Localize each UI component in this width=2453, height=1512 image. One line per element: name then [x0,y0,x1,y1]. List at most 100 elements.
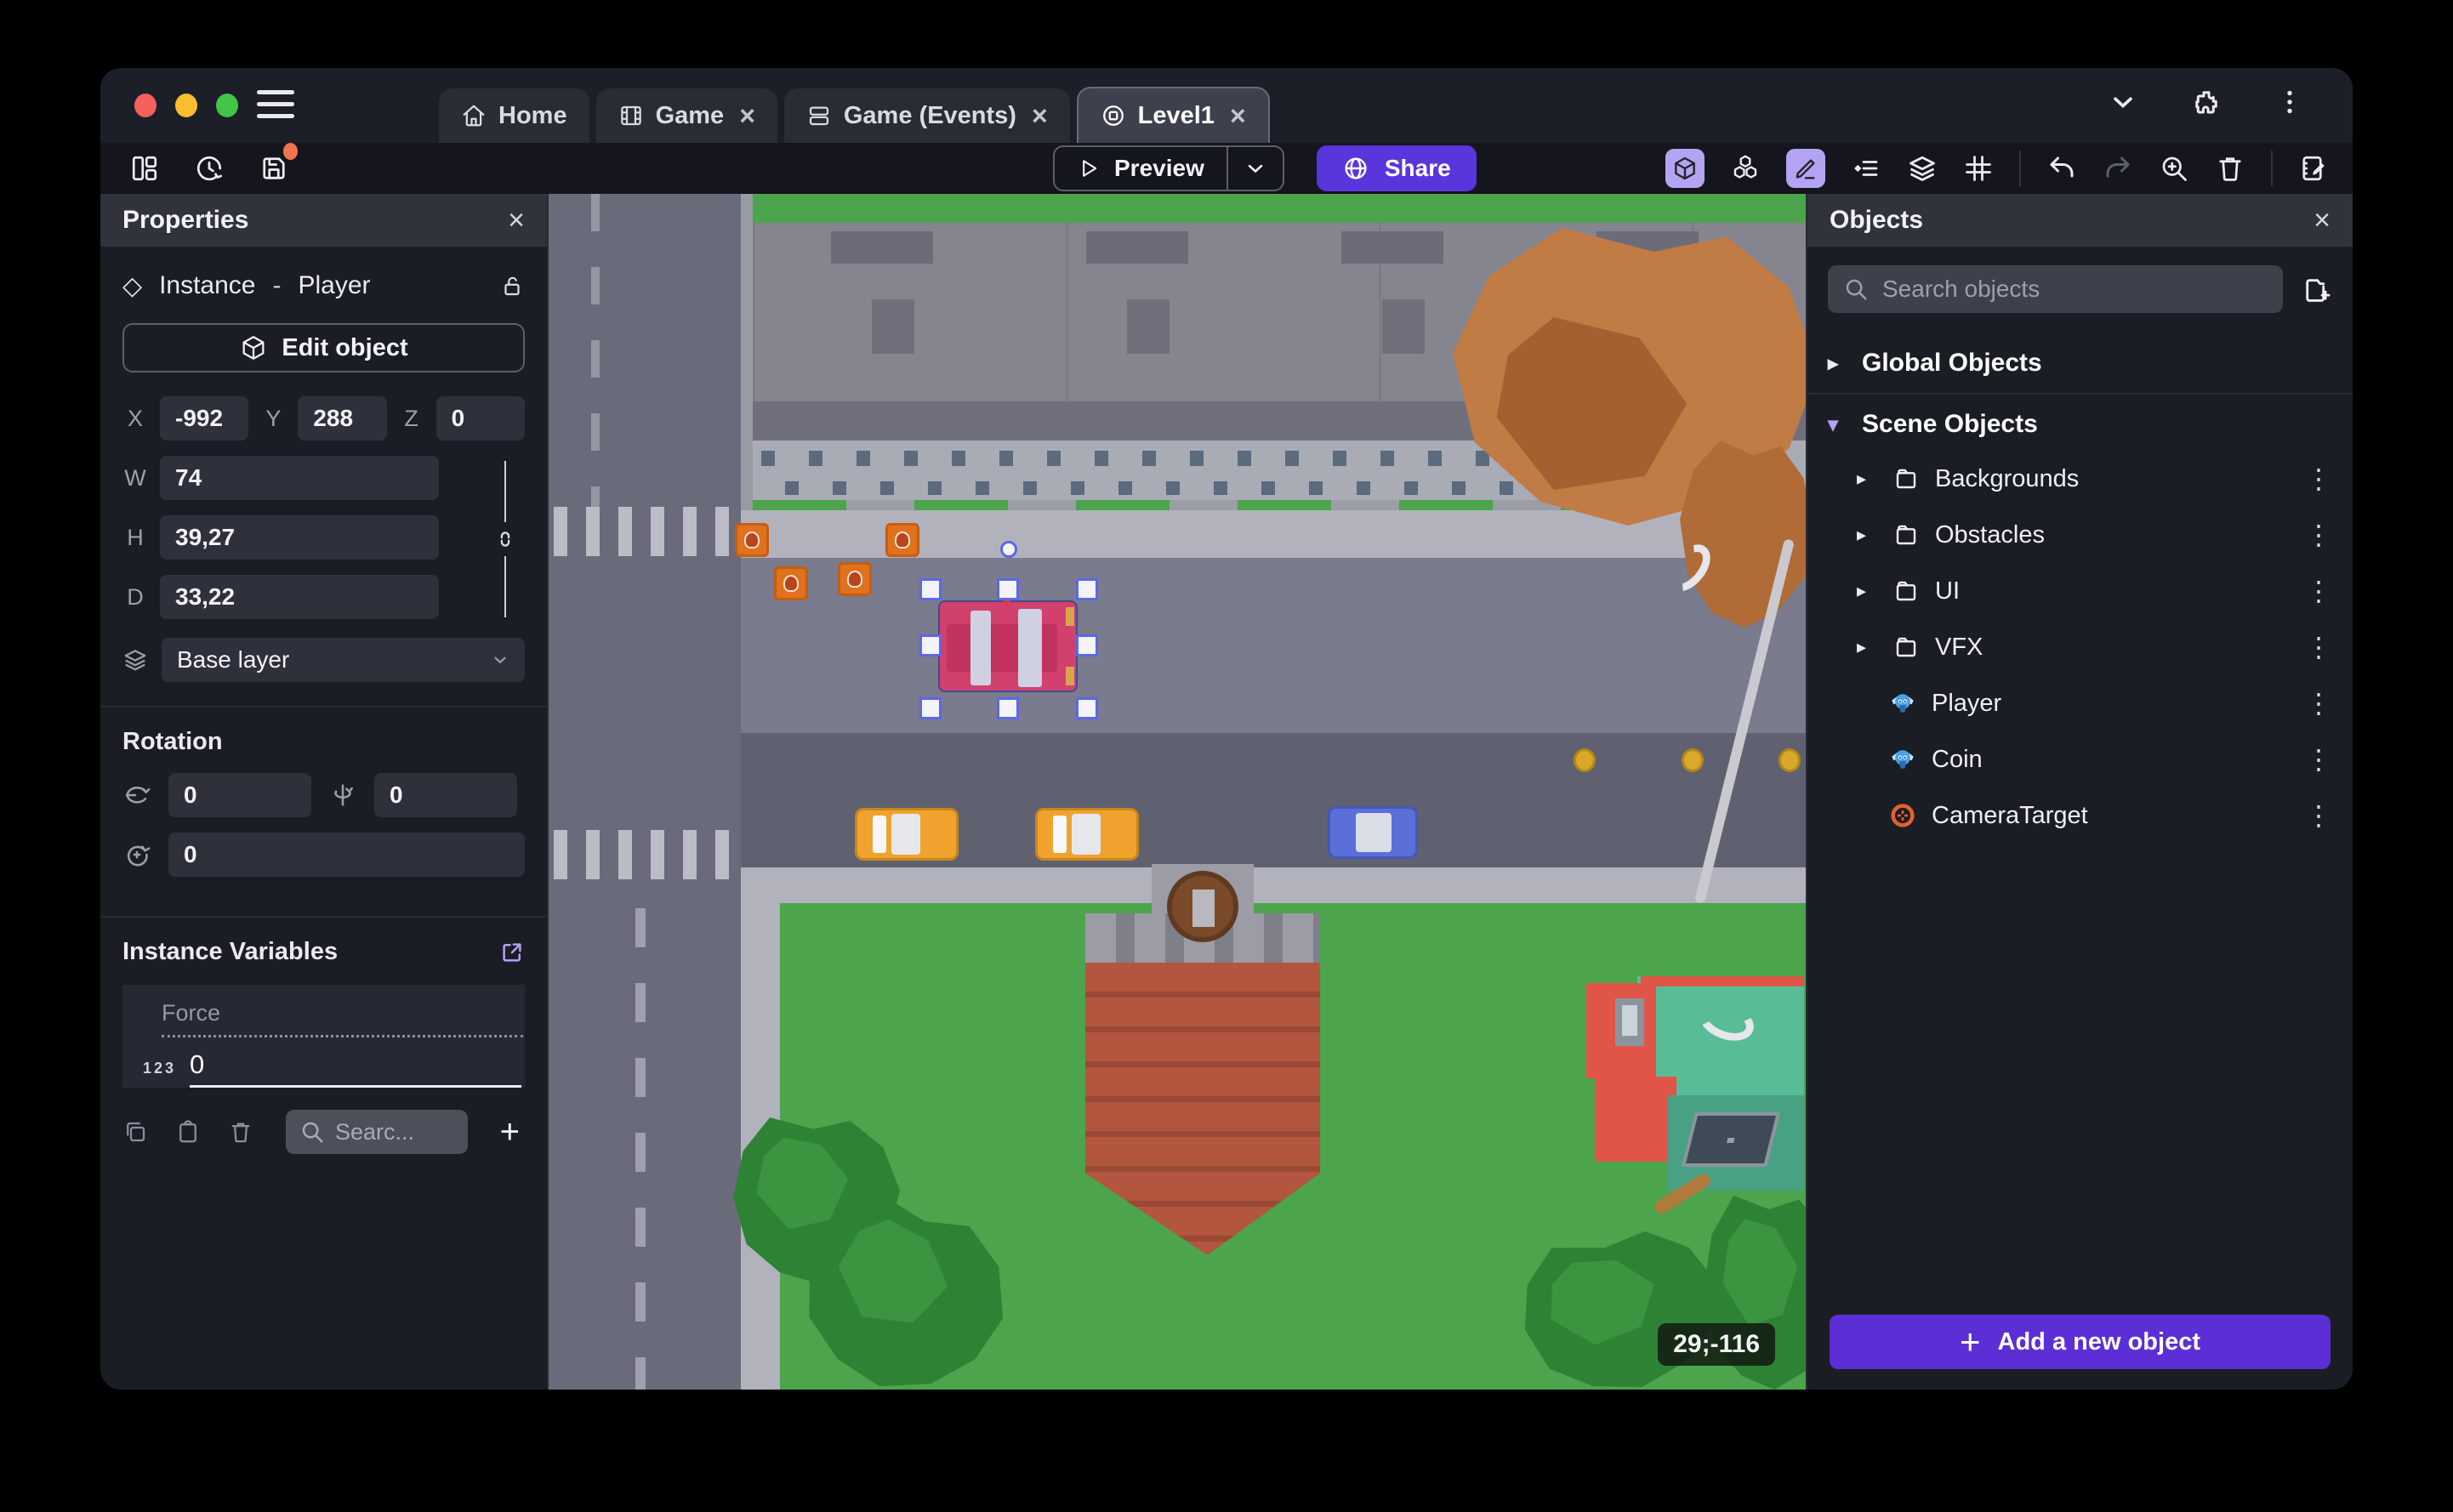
tab-level1[interactable]: Level1 × [1076,87,1270,143]
kebab-menu-icon[interactable]: ⋮ [2305,799,2332,832]
grid-icon[interactable] [1963,153,1994,184]
height-input[interactable] [160,515,439,560]
zoom-in-icon[interactable] [2159,153,2189,184]
folder-row-ui[interactable]: ▸ UI ⋮ [1807,563,2353,619]
history-icon[interactable] [194,153,225,184]
chevron-down-icon [494,657,506,664]
share-button[interactable]: Share [1316,145,1477,191]
rotation-x-input[interactable] [168,773,311,817]
trash-icon[interactable] [2215,153,2245,184]
objects-search-input[interactable] [1882,276,2268,303]
close-window-button[interactable] [134,94,157,117]
hamburger-menu-icon[interactable] [257,90,294,118]
selection-handle[interactable] [997,578,1019,600]
lock-open-icon[interactable] [499,273,525,298]
selection-handle[interactable] [1076,634,1098,657]
depth-input[interactable] [160,575,439,619]
minimize-window-button[interactable] [175,94,197,117]
water-tower [1085,864,1320,1255]
selection-handle[interactable] [1076,697,1098,719]
global-objects-group[interactable]: ▸ Global Objects [1807,337,2353,389]
edit-object-button[interactable]: Edit object [122,323,525,372]
kebab-menu-icon[interactable]: ⋮ [2305,463,2332,495]
edit-mode-toggle[interactable] [1786,149,1825,188]
tab-game-events[interactable]: Game (Events) × [783,88,1070,143]
close-icon[interactable]: × [1230,102,1246,129]
scene-canvas[interactable]: 29;-116 [549,194,1806,1390]
redo-icon[interactable] [2103,153,2133,184]
y-input[interactable] [298,396,387,441]
layout-panels-icon[interactable] [129,153,160,184]
z-input[interactable] [435,396,525,441]
preview-options-button[interactable] [1228,147,1283,190]
taxi-car [855,808,959,861]
lane-dashes [635,908,646,1390]
rotation-y-input[interactable] [374,773,517,817]
crate-obstacle [838,562,872,596]
lock-ratio-toggle[interactable] [486,456,525,634]
external-link-icon[interactable] [499,940,525,965]
chevron-down-icon[interactable] [2108,87,2138,117]
kebab-menu-icon[interactable] [2274,87,2305,117]
scene-objects-group[interactable]: ▾ Scene Objects [1807,398,2353,451]
variable-row[interactable]: Force 123 0 [122,985,525,1088]
caret-right-icon: ▸ [1857,468,1867,489]
selection-handle[interactable] [919,697,942,719]
close-icon[interactable]: × [1032,102,1048,129]
x-input[interactable] [160,396,249,441]
add-new-object-button[interactable]: + Add a new object [1830,1315,2331,1369]
kebab-menu-icon[interactable]: ⋮ [2305,687,2332,719]
paste-icon[interactable] [175,1119,201,1145]
selection-handle[interactable] [1076,578,1098,600]
variable-value[interactable]: 0 [190,1049,521,1088]
selection-handle[interactable] [997,697,1019,719]
objects-cubes-icon[interactable] [1730,153,1761,184]
kebab-menu-icon[interactable]: ⋮ [2305,575,2332,607]
copy-icon[interactable] [122,1119,148,1145]
caret-right-icon: ▸ [1857,524,1867,545]
instance-list-icon[interactable] [1851,153,1881,184]
plus-icon: + [1959,1322,1981,1361]
kebab-menu-icon[interactable]: ⋮ [2305,631,2332,663]
add-folder-button[interactable] [2300,273,2332,305]
view-3d-toggle[interactable] [1665,149,1705,188]
close-icon[interactable]: × [2314,204,2331,237]
width-input[interactable] [160,456,439,500]
maximize-window-button[interactable] [216,94,238,117]
notebook-edit-icon[interactable] [2298,153,2329,184]
crosshair-icon [1891,804,1915,827]
tab-game[interactable]: Game × [595,88,777,143]
variables-search-input[interactable] [335,1118,437,1145]
tab-home[interactable]: Home [439,88,589,143]
undo-icon[interactable] [2046,153,2077,184]
cursor-coordinates-badge: 29;-116 [1658,1323,1775,1366]
object-row-player[interactable]: Player ⋮ [1807,675,2353,731]
folder-row-vfx[interactable]: ▸ VFX ⋮ [1807,619,2353,675]
crosswalk [554,507,736,556]
rotation-z-input[interactable] [168,833,525,877]
folder-row-obstacles[interactable]: ▸ Obstacles ⋮ [1807,507,2353,563]
close-icon[interactable]: × [508,204,525,237]
rotation-handle[interactable] [1000,541,1017,558]
layer-select[interactable]: Base layer [162,638,525,682]
kebab-menu-icon[interactable]: ⋮ [2305,519,2332,551]
layers-icon[interactable] [1907,153,1938,184]
layers-icon [124,650,146,671]
kebab-menu-icon[interactable]: ⋮ [2305,743,2332,776]
variables-search[interactable] [286,1110,468,1154]
selected-player-instance[interactable] [938,595,1078,692]
selection-handle[interactable] [919,634,942,657]
object-row-cameratarget[interactable]: CameraTarget ⋮ [1807,787,2353,844]
selection-handle[interactable] [919,578,942,600]
objects-search[interactable] [1828,265,2283,313]
object-row-coin[interactable]: Coin ⋮ [1807,731,2353,787]
save-button[interactable] [259,143,298,184]
trash-icon[interactable] [228,1119,253,1145]
instance-icon: ◇ [122,271,143,300]
close-icon[interactable]: × [739,102,755,129]
extensions-puzzle-icon[interactable] [2191,87,2222,117]
folder-row-backgrounds[interactable]: ▸ Backgrounds ⋮ [1807,451,2353,507]
add-variable-button[interactable]: + [500,1115,520,1149]
preview-button[interactable]: Preview [1053,145,1284,191]
folder-icon [1896,469,1916,489]
